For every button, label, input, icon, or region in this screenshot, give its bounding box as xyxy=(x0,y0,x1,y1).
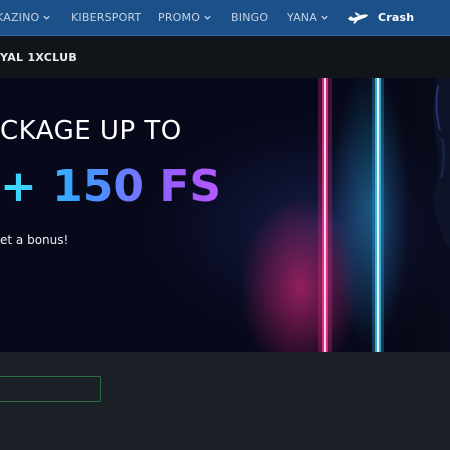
banner-headline-line1: CKAGE UP TO xyxy=(0,116,182,146)
top-navigation: KAZINO KIBERSPORT PROMO BINGO YANA Crash xyxy=(0,0,450,36)
text-input-field[interactable] xyxy=(0,376,101,402)
nav-item-kibersport[interactable]: KIBERSPORT xyxy=(71,0,141,35)
banner-subtext: et a bonus! xyxy=(0,233,69,247)
chevron-down-icon xyxy=(204,15,211,20)
nav-item-label: YANA xyxy=(287,11,317,24)
nav-item-label: KAZINO xyxy=(0,11,40,24)
nav-item-label: KIBERSPORT xyxy=(71,11,142,24)
nav-item-label: BINGO xyxy=(231,11,269,24)
sub-header-title[interactable]: YAL 1XCLUB xyxy=(0,36,77,78)
nav-item-yana[interactable]: YANA xyxy=(287,0,329,35)
chevron-down-icon xyxy=(321,15,328,20)
airplane-icon xyxy=(347,12,369,23)
chevron-down-icon xyxy=(43,15,51,20)
nav-item-bingo[interactable]: BINGO xyxy=(231,0,268,35)
nav-item-label: PROMO xyxy=(158,11,201,24)
promo-banner[interactable]: CKAGE UP TO + 150 FS et a bonus! xyxy=(0,78,450,352)
nav-item-label: Crash xyxy=(378,11,415,24)
nav-item-crash[interactable]: Crash xyxy=(347,0,414,35)
nav-item-kazino[interactable]: KAZINO xyxy=(0,0,51,35)
content-area xyxy=(0,352,450,450)
sub-header: YAL 1XCLUB xyxy=(0,36,450,78)
nav-item-promo[interactable]: PROMO xyxy=(158,0,212,35)
page: KAZINO KIBERSPORT PROMO BINGO YANA Crash… xyxy=(0,0,450,450)
banner-headline-line2: + 150 FS xyxy=(0,161,222,212)
